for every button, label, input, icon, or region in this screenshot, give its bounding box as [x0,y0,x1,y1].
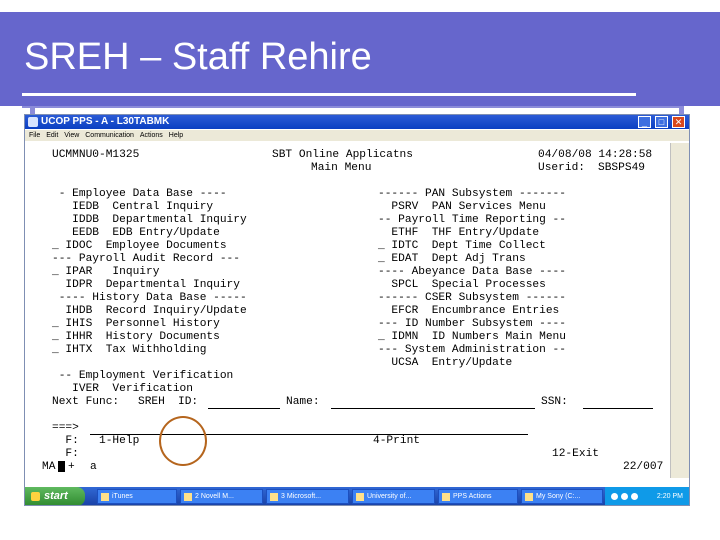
menu-left-line[interactable]: _ IHTX Tax Withholding [52,344,206,357]
iver-line[interactable]: IVER Verification [52,383,193,396]
clock: 2:20 PM [656,493,683,500]
menu-left-line[interactable]: IDDB Departmental Inquiry [52,214,247,227]
system-title: SBT Online Applicatns [272,149,413,161]
terminal-screen[interactable]: UCMMNU0-M1325 SBT Online Applicatns 04/0… [28,143,669,478]
terminal-app-icon [28,117,38,127]
id-label: ID: [178,396,199,408]
vertical-scrollbar[interactable] [670,143,689,478]
function-key-help[interactable]: F: 1-Help [52,435,139,448]
app-icon [184,493,192,501]
app-icon [101,493,109,501]
menu-view[interactable]: View [64,132,79,139]
taskbar-item-university[interactable]: University of... [352,489,435,504]
menu-right-line[interactable]: _ IDTC Dept Time Collect [378,240,546,253]
status-plus: + [68,461,75,473]
menu-left-line[interactable]: IEDB Central Inquiry [52,201,213,214]
command-prompt: ===> [52,422,79,434]
close-button[interactable]: ✕ [672,116,685,128]
menu-right-line[interactable]: ETHF THF Entry/Update [378,227,539,240]
window-frame-line [22,106,682,108]
app-icon [356,493,364,501]
header-datetime: 04/08/08 14:28:58 [538,149,653,161]
function-key-line2: F: [52,448,79,460]
userid-value: SBSPS49 [598,162,645,174]
app-icon [270,493,278,501]
name-label: Name: [286,396,320,408]
menu-edit[interactable]: Edit [46,132,58,139]
menu-left-line[interactable]: _ IDOC Employee Documents [52,240,227,253]
next-func-input[interactable]: SREH [138,396,165,409]
title-underline [22,93,636,96]
menu-left-line[interactable]: IHDB Record Inquiry/Update [52,305,246,318]
maximize-button[interactable]: □ [655,116,668,128]
frame-tick-right [679,106,684,114]
app-icon [442,493,450,501]
terminal-window: UCOP PPS - A - L30TABMK _ □ ✕ File Edit … [24,114,690,506]
menu-help[interactable]: Help [169,132,183,139]
tray-icon[interactable] [611,493,618,500]
function-key-exit[interactable]: 12-Exit [552,448,599,461]
menu-right-line: -- Payroll Time Reporting -- [378,214,566,226]
screen-id: UCMMNU0-M1325 [52,149,140,161]
taskbar-item-itunes[interactable]: iTunes [97,489,177,504]
employment-verification-header: -- Employment Verification [52,370,234,382]
command-input[interactable] [90,422,528,435]
menu-right-line: --- ID Number Subsystem ---- [378,318,566,330]
name-input[interactable] [331,396,535,409]
window-titlebar[interactable]: UCOP PPS - A - L30TABMK _ □ ✕ [25,115,689,129]
taskbar-item-my-sony[interactable]: My Sony (C:... [521,489,603,504]
menu-left-line: - Employee Data Base ---- [52,188,227,200]
ssn-input[interactable] [583,396,653,409]
menu-right-line[interactable]: UCSA Entry/Update [378,357,512,370]
taskbar: start iTunes 2 Novell M... 3 Microsoft..… [25,487,689,505]
tray-icon[interactable] [621,493,628,500]
start-label: start [44,490,68,502]
frame-tick-left [30,106,35,114]
menu-bar: File Edit View Communication Actions Hel… [25,130,689,141]
system-tray: 2:20 PM [605,487,689,505]
slide-title: SREH – Staff Rehire [24,36,372,78]
menu-right-line[interactable]: PSRV PAN Services Menu [378,201,545,214]
menu-right-line: ---- Abeyance Data Base ---- [378,266,566,278]
menu-left-line[interactable]: _ IHIS Personnel History [52,318,220,331]
menu-title: Main Menu [311,162,372,174]
status-indicator: a [90,461,97,473]
taskbar-item-microsoft[interactable]: 3 Microsoft... [266,489,349,504]
menu-left-line: ---- History Data Base ----- [52,292,247,304]
menu-right-line: ------ PAN Subsystem ------- [378,188,566,200]
userid-label: Userid: [538,162,585,174]
menu-right-line: --- System Administration -- [378,344,566,356]
menu-right-line[interactable]: SPCL Special Processes [378,279,545,292]
menu-file[interactable]: File [29,132,40,139]
annotation-circle [159,416,207,466]
menu-right-line[interactable]: _ EDAT Dept Adj Trans [378,253,526,266]
menu-right-line[interactable]: EFCR Encumbrance Entries [378,305,559,318]
taskbar-item-pps-actions[interactable]: PPS Actions [438,489,518,504]
menu-left-line: --- Payroll Audit Record --- [52,253,240,265]
id-input[interactable] [208,396,280,409]
menu-left-line[interactable]: IDPR Departmental Inquiry [52,279,240,292]
menu-left-line[interactable]: _ IPAR Inquiry [52,266,159,279]
text-cursor [58,461,65,474]
tray-icon[interactable] [631,493,638,500]
taskbar-item-novell[interactable]: 2 Novell M... [180,489,263,504]
next-func-label: Next Func: [52,396,120,408]
menu-actions[interactable]: Actions [140,132,163,139]
menu-left-line[interactable]: _ IHHR History Documents [52,331,220,344]
app-icon [525,493,533,501]
menu-left-line[interactable]: EEDB EDB Entry/Update [52,227,220,240]
menu-right-line[interactable]: _ IDMN ID Numbers Main Menu [378,331,566,344]
windows-logo-icon [31,492,40,501]
function-key-print[interactable]: 4-Print [373,435,420,448]
menu-communication[interactable]: Communication [85,132,134,139]
minimize-button[interactable]: _ [638,116,651,128]
start-button[interactable]: start [25,487,85,505]
ssn-label: SSN: [541,396,568,408]
cursor-position: 22/007 [623,461,664,473]
window-title: UCOP PPS - A - L30TABMK [41,116,170,127]
status-mode: MA [42,461,56,473]
menu-right-line: ------ CSER Subsystem ------ [378,292,566,304]
